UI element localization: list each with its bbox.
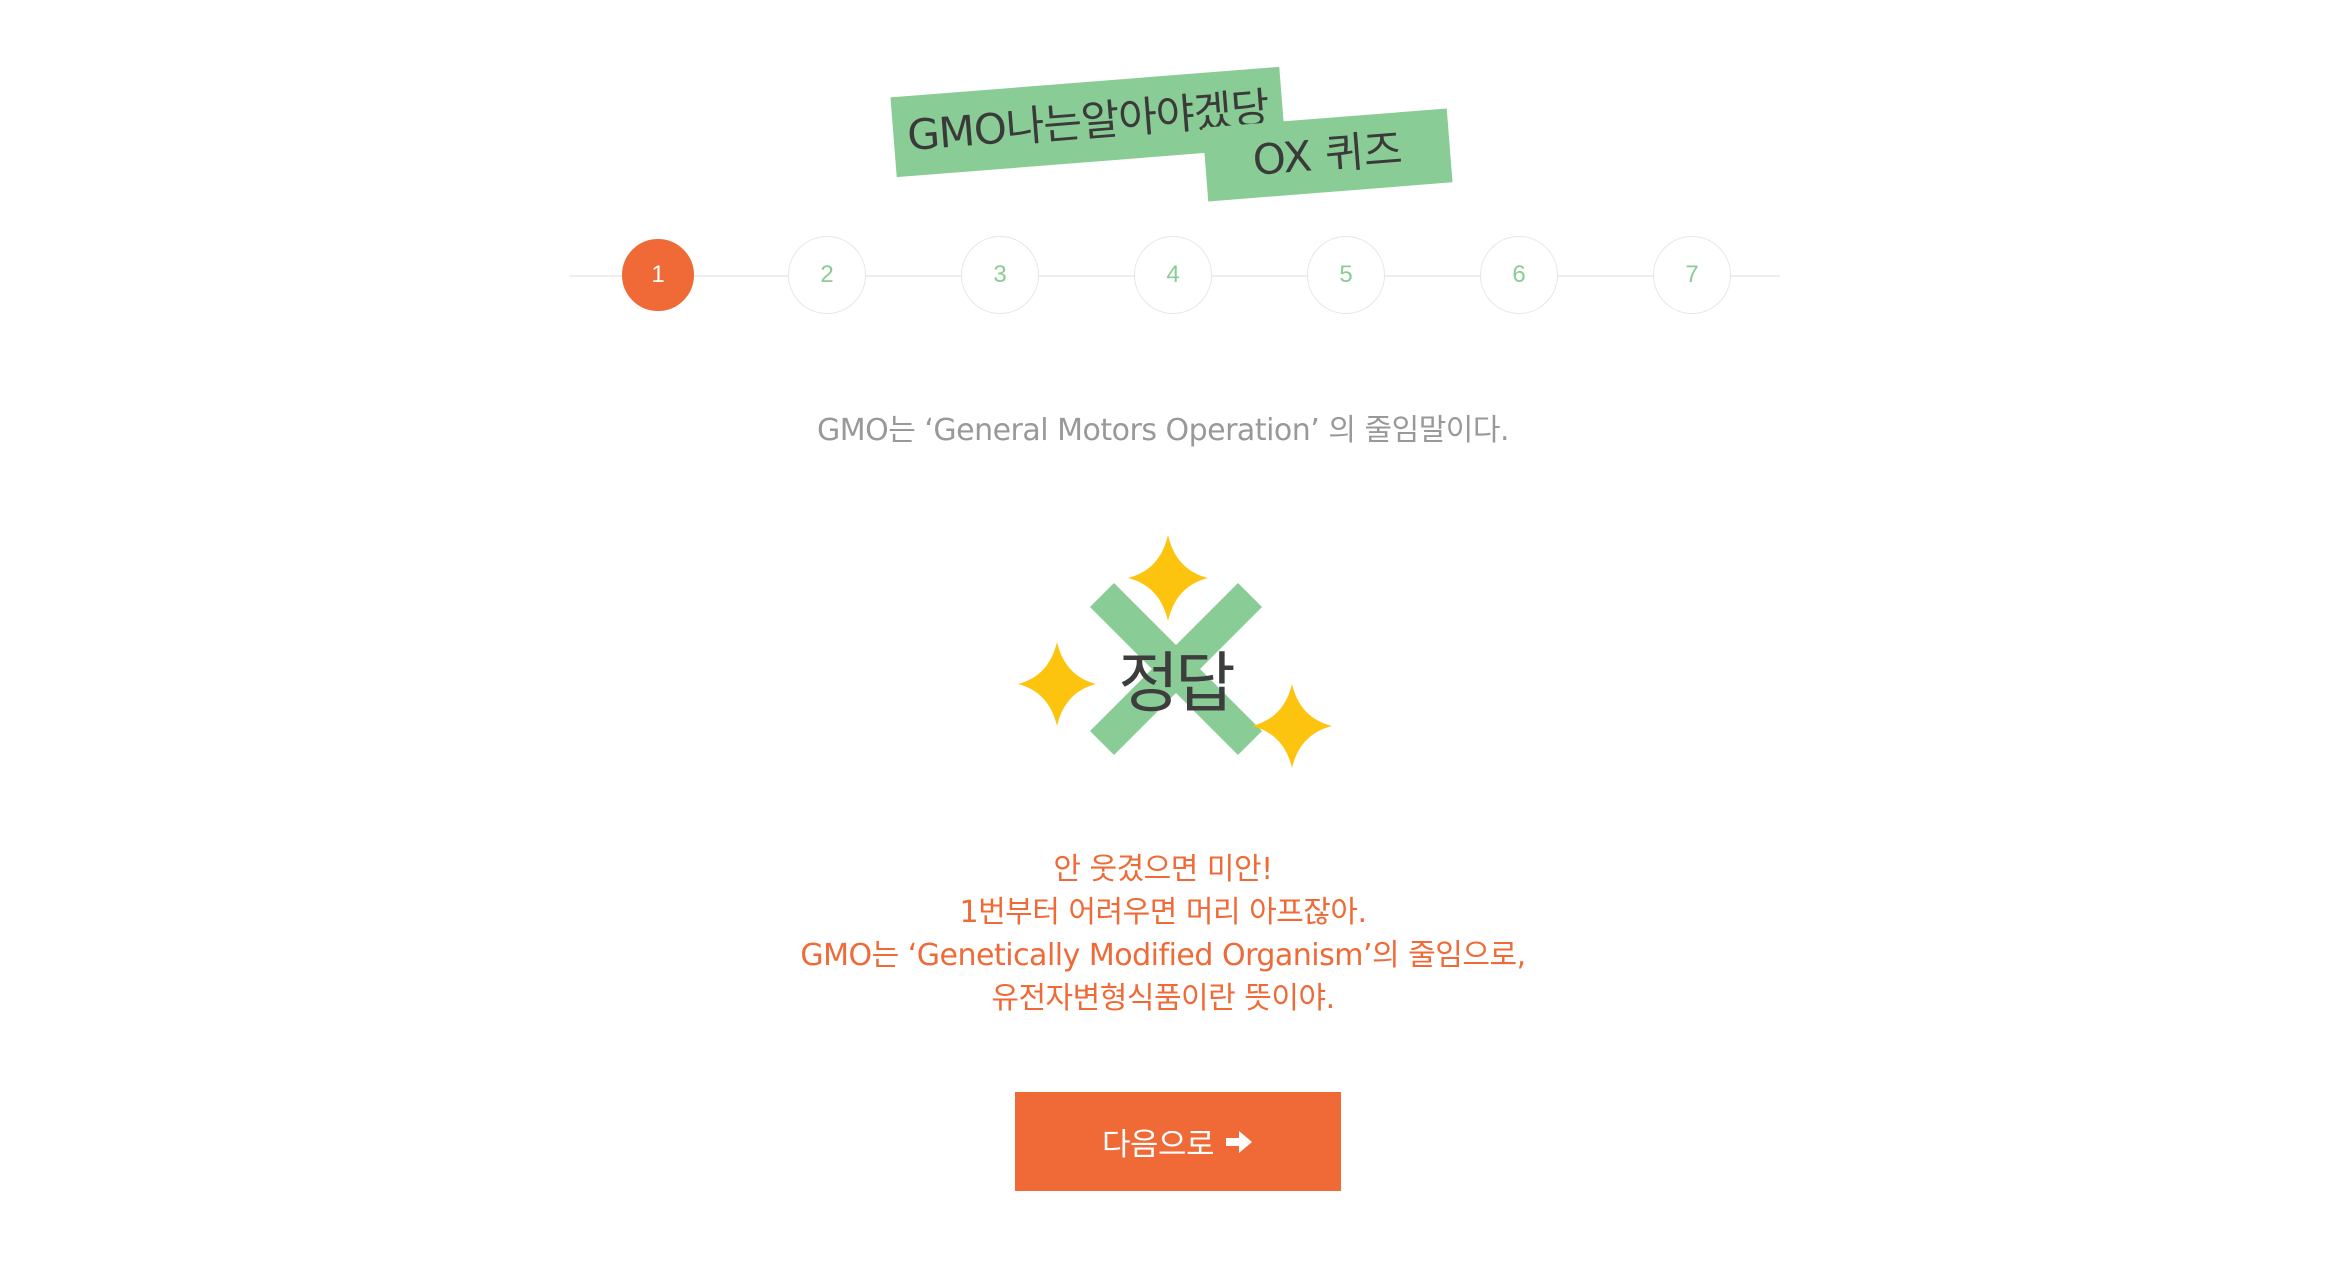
quiz-title: GMO나는알아야겠당 OX 퀴즈 <box>0 0 2326 220</box>
next-button-label: 다음으로 <box>1101 1127 1215 1163</box>
sparkle-star-icon <box>1128 535 1208 621</box>
result-figure: 정답 <box>1010 530 1340 780</box>
step-progress: 1 2 3 4 5 6 7 <box>570 236 1780 316</box>
explanation-text: 안 웃겼으면 미안! 1번부터 어려우면 머리 아프잖아. GMO는 ‘Gene… <box>0 848 2326 1020</box>
question-text: GMO는 ‘General Motors Operation’ 의 줄임말이다. <box>816 413 1510 448</box>
next-button[interactable]: 다음으로 <box>1015 1092 1341 1191</box>
step-3[interactable]: 3 <box>961 236 1039 314</box>
step-4[interactable]: 4 <box>1134 236 1212 314</box>
step-1[interactable]: 1 <box>622 239 694 311</box>
step-5[interactable]: 5 <box>1307 236 1385 314</box>
step-2[interactable]: 2 <box>788 236 866 314</box>
arrow-right-icon <box>1226 1130 1253 1153</box>
result-label: 정답 <box>1118 645 1235 722</box>
explanation-line: 유전자변형식품이란 뜻이야. <box>991 981 1335 1016</box>
step-7[interactable]: 7 <box>1653 236 1731 314</box>
explanation-line: GMO는 ‘Genetically Modified Organism’의 줄임… <box>800 938 1526 973</box>
step-6[interactable]: 6 <box>1480 236 1558 314</box>
explanation-line: 1번부터 어려우면 머리 아프잖아. <box>959 895 1367 930</box>
explanation-line: 안 웃겼으면 미안! <box>1053 852 1273 887</box>
